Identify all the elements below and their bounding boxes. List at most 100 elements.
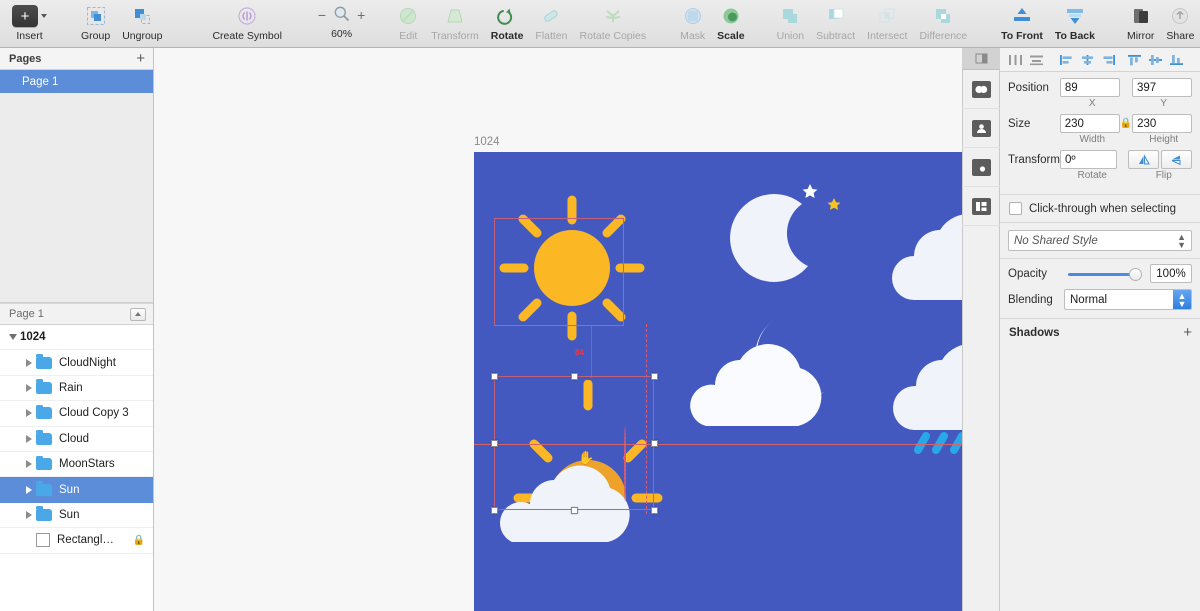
to-front-button[interactable]: To Front bbox=[995, 0, 1049, 46]
cloud-night-icon[interactable] bbox=[670, 314, 850, 444]
to-back-button[interactable]: To Back bbox=[1049, 0, 1101, 46]
sun-icon-top[interactable] bbox=[492, 188, 652, 348]
blending-stepper-icon[interactable]: ▲ ▼ bbox=[1173, 290, 1191, 309]
page-list-item[interactable]: Page 1 bbox=[0, 70, 153, 93]
layer-name: 1024 bbox=[20, 331, 46, 344]
group-button[interactable]: Group bbox=[75, 0, 116, 46]
size-height-sublabel: Height bbox=[1149, 134, 1179, 145]
scale-button[interactable]: Scale bbox=[711, 0, 750, 46]
disclosure-closed-icon[interactable] bbox=[22, 485, 36, 494]
layer-row[interactable]: 1024 bbox=[0, 325, 153, 351]
mask-button[interactable]: Mask bbox=[674, 0, 711, 46]
intersect-button[interactable]: Intersect bbox=[861, 0, 913, 46]
to-front-icon bbox=[1011, 3, 1033, 29]
difference-button[interactable]: Difference bbox=[913, 0, 973, 46]
toolbar-group-arrange: To Front To Back bbox=[995, 0, 1101, 48]
layer-row[interactable]: Sun bbox=[0, 477, 153, 503]
layer-row[interactable]: Cloud bbox=[0, 427, 153, 452]
align-left-icon[interactable] bbox=[1057, 52, 1076, 67]
layer-row[interactable]: Rectangl… 🔒 bbox=[0, 528, 153, 554]
position-x-field[interactable]: 89 bbox=[1059, 78, 1120, 97]
moon-stars-icon[interactable] bbox=[724, 172, 854, 302]
rotate-button[interactable]: Rotate bbox=[485, 0, 530, 46]
blending-value: Normal bbox=[1070, 293, 1108, 306]
layer-name: CloudNight bbox=[59, 356, 116, 369]
distribute-vertical-icon[interactable] bbox=[1027, 52, 1046, 67]
artboard-1024[interactable] bbox=[474, 152, 962, 611]
size-height-field[interactable]: 230 bbox=[1132, 114, 1193, 133]
magnifier-icon[interactable] bbox=[333, 5, 350, 25]
position-y-field[interactable]: 397 bbox=[1131, 78, 1192, 97]
ungroup-button[interactable]: Ungroup bbox=[116, 0, 168, 46]
cloud-icon-top[interactable] bbox=[880, 204, 962, 314]
position-sublabels: X Y bbox=[1064, 98, 1192, 109]
create-symbol-button[interactable]: Create Symbol bbox=[206, 0, 287, 46]
layer-name: Cloud Copy 3 bbox=[59, 407, 129, 420]
blending-select[interactable]: Normal ▲ ▼ bbox=[1064, 289, 1192, 310]
disclosure-closed-icon[interactable] bbox=[22, 409, 36, 418]
click-through-checkbox[interactable] bbox=[1009, 202, 1022, 215]
edit-button[interactable]: Edit bbox=[391, 0, 425, 46]
pages-list: Page 1 bbox=[0, 70, 153, 93]
rail-item-symbols[interactable] bbox=[962, 109, 1000, 148]
mirror-icon bbox=[1130, 3, 1152, 29]
layer-row[interactable]: MoonStars bbox=[0, 452, 153, 478]
layers-list[interactable]: 1024 CloudNight Rain Cloud Copy 3 Cloud MoonS… bbox=[0, 325, 153, 611]
share-button[interactable]: Share bbox=[1160, 0, 1200, 46]
transform-row: Transform 0º bbox=[1008, 150, 1192, 169]
disclosure-closed-icon[interactable] bbox=[22, 383, 36, 392]
align-center-icon[interactable] bbox=[1078, 52, 1097, 67]
rail-toggle-button[interactable] bbox=[962, 48, 1000, 70]
click-through-row[interactable]: Click-through when selecting bbox=[1000, 195, 1200, 223]
align-middle-icon[interactable] bbox=[1146, 52, 1165, 67]
rail-item-styles[interactable] bbox=[962, 148, 1000, 187]
insert-button[interactable]: + Insert bbox=[6, 0, 53, 46]
size-sublabels: Width Height bbox=[1064, 134, 1192, 145]
layer-row[interactable]: Cloud Copy 3 bbox=[0, 401, 153, 427]
align-right-icon[interactable] bbox=[1099, 52, 1118, 67]
flatten-button[interactable]: Flatten bbox=[529, 0, 573, 46]
lock-icon[interactable]: 🔒 bbox=[1120, 118, 1132, 129]
layer-row[interactable]: Sun bbox=[0, 503, 153, 529]
transform-button[interactable]: Transform bbox=[425, 0, 484, 46]
rotate-copies-button[interactable]: Rotate Copies bbox=[574, 0, 653, 46]
flip-vertical-icon[interactable] bbox=[1161, 150, 1192, 169]
union-button[interactable]: Union bbox=[771, 0, 810, 46]
rail-item-layout[interactable] bbox=[962, 187, 1000, 226]
toolbar-group-mask-scale: Mask Scale bbox=[674, 0, 751, 48]
size-width-field[interactable]: 230 bbox=[1059, 114, 1120, 133]
align-bottom-icon[interactable] bbox=[1167, 52, 1186, 67]
rotate-field[interactable]: 0º bbox=[1059, 150, 1117, 169]
mirror-button[interactable]: Mirror bbox=[1121, 0, 1160, 46]
opacity-label: Opacity bbox=[1008, 267, 1047, 280]
zoom-in-button[interactable]: + bbox=[357, 8, 365, 22]
disclosure-closed-icon[interactable] bbox=[22, 510, 36, 519]
disclosure-closed-icon[interactable] bbox=[22, 460, 36, 469]
opacity-value-field[interactable]: 100% bbox=[1150, 264, 1192, 283]
subtract-button[interactable]: Subtract bbox=[810, 0, 861, 46]
layer-lock-icon[interactable]: 🔒 bbox=[133, 535, 145, 546]
opacity-slider[interactable] bbox=[1068, 267, 1142, 281]
artboard-name-label[interactable]: 1024 bbox=[474, 136, 500, 148]
align-top-icon[interactable] bbox=[1125, 52, 1144, 67]
layer-row[interactable]: Rain bbox=[0, 376, 153, 402]
layer-row[interactable]: CloudNight bbox=[0, 350, 153, 376]
toolbar-group-shape-ops: Edit Transform Rotate Flatten Rotate Cop… bbox=[391, 0, 652, 48]
flip-buttons bbox=[1128, 150, 1192, 169]
rail-item-pages[interactable] bbox=[962, 70, 1000, 109]
disclosure-closed-icon[interactable] bbox=[22, 358, 36, 367]
canvas-area[interactable]: 1024 84 ✋ bbox=[154, 48, 962, 611]
sun-cloud-selected-icon[interactable] bbox=[488, 380, 688, 560]
collapse-icon[interactable] bbox=[130, 307, 146, 321]
add-shadow-button[interactable]: + bbox=[1183, 325, 1192, 340]
distribute-horizontal-icon[interactable] bbox=[1006, 52, 1025, 67]
flip-horizontal-icon[interactable] bbox=[1128, 150, 1159, 169]
app-body: Pages + Page 1 Page 1 1024 CloudNight Rain… bbox=[0, 48, 1200, 611]
toolbar-group-grouping: Group Ungroup bbox=[75, 0, 168, 48]
disclosure-closed-icon[interactable] bbox=[22, 434, 36, 443]
disclosure-open-icon[interactable] bbox=[6, 334, 20, 341]
shared-style-select[interactable]: No Shared Style ▲ ▼ bbox=[1008, 230, 1192, 251]
rain-cloud-icon[interactable] bbox=[880, 332, 962, 467]
add-page-button[interactable]: + bbox=[136, 51, 145, 66]
zoom-out-button[interactable]: − bbox=[318, 8, 326, 22]
